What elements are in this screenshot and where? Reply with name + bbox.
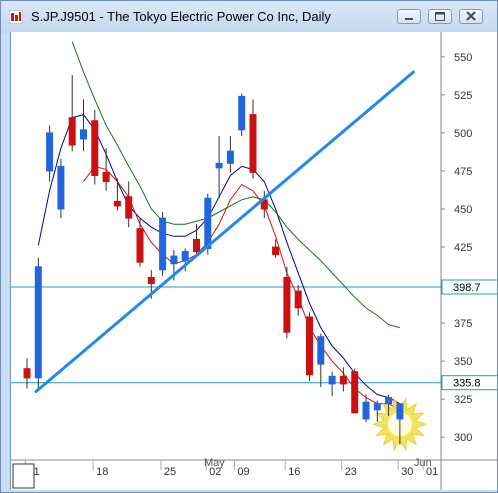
price-chart[interactable]: 3003253503754004254504755005255501118250… bbox=[11, 32, 497, 490]
chart-window: S.JP.J9501 - The Tokyo Electric Power Co… bbox=[0, 0, 498, 493]
y-tick-label: 525 bbox=[454, 90, 472, 102]
candle-body bbox=[373, 403, 381, 411]
corner-box bbox=[12, 463, 35, 489]
candle-body bbox=[181, 251, 189, 262]
candle-body bbox=[238, 95, 246, 131]
y-tick-label: 425 bbox=[454, 242, 472, 254]
candle-body bbox=[23, 368, 31, 379]
maximize-icon bbox=[435, 12, 445, 21]
candle-body bbox=[102, 171, 110, 183]
candle-body bbox=[249, 114, 257, 173]
candle-body bbox=[34, 266, 42, 379]
trendline bbox=[34, 70, 415, 394]
candle-body bbox=[125, 196, 133, 219]
candle-body bbox=[351, 371, 359, 414]
candle-body bbox=[147, 276, 155, 285]
y-tick-label: 375 bbox=[454, 318, 472, 330]
window-title: S.JP.J9501 - The Tokyo Electric Power Co… bbox=[31, 9, 331, 24]
candle-body bbox=[57, 165, 65, 210]
moving-average-slow bbox=[71, 41, 401, 329]
candle-body bbox=[193, 238, 200, 253]
close-button[interactable] bbox=[459, 9, 483, 24]
month-label: Jun bbox=[414, 457, 432, 469]
maximize-button[interactable] bbox=[428, 9, 452, 24]
candle-body bbox=[80, 129, 87, 140]
candle-body bbox=[226, 150, 234, 164]
level-label: 398.7 bbox=[453, 282, 481, 294]
title-bar[interactable]: S.JP.J9501 - The Tokyo Electric Power Co… bbox=[1, 1, 497, 33]
candle-body bbox=[68, 117, 76, 146]
x-tick-label: 09 bbox=[237, 466, 249, 478]
y-tick-label: 500 bbox=[454, 128, 472, 140]
chart-area[interactable]: 3003253503754004254504755005255501118250… bbox=[10, 32, 497, 490]
candle-body bbox=[46, 132, 54, 172]
candle-body bbox=[113, 200, 121, 207]
level-label: 335.8 bbox=[453, 378, 481, 390]
y-tick-label: 475 bbox=[454, 166, 472, 178]
candle-body bbox=[385, 397, 393, 405]
candle-body bbox=[306, 316, 313, 376]
candle-body bbox=[328, 375, 336, 385]
candle-body bbox=[215, 162, 223, 169]
month-label: May bbox=[204, 457, 225, 469]
minimize-button[interactable] bbox=[397, 9, 421, 24]
candle-body bbox=[317, 336, 325, 365]
close-icon bbox=[466, 11, 476, 21]
candle-body bbox=[294, 290, 302, 309]
x-tick-label: 16 bbox=[288, 466, 300, 478]
x-tick-label: 23 bbox=[345, 466, 357, 478]
candle-body bbox=[159, 217, 167, 271]
candle-body bbox=[91, 120, 99, 176]
candle-body bbox=[339, 375, 347, 385]
y-tick-label: 450 bbox=[454, 204, 472, 216]
y-tick-label: 300 bbox=[454, 432, 472, 444]
x-tick-label: 18 bbox=[96, 466, 108, 478]
candle-body bbox=[170, 255, 178, 265]
candle-body bbox=[396, 403, 404, 420]
chart-app-icon[interactable] bbox=[9, 10, 23, 24]
minimize-icon bbox=[405, 18, 413, 20]
y-tick-label: 325 bbox=[454, 394, 472, 406]
candle-body bbox=[283, 276, 291, 333]
y-tick-label: 350 bbox=[454, 356, 472, 368]
candle-body bbox=[362, 401, 370, 420]
x-tick-label: 30 bbox=[401, 466, 413, 478]
candle-body bbox=[272, 246, 280, 256]
x-tick-label: 25 bbox=[164, 466, 176, 478]
candle-body bbox=[204, 197, 212, 250]
y-tick-label: 550 bbox=[454, 52, 472, 64]
candle-body bbox=[136, 228, 144, 263]
